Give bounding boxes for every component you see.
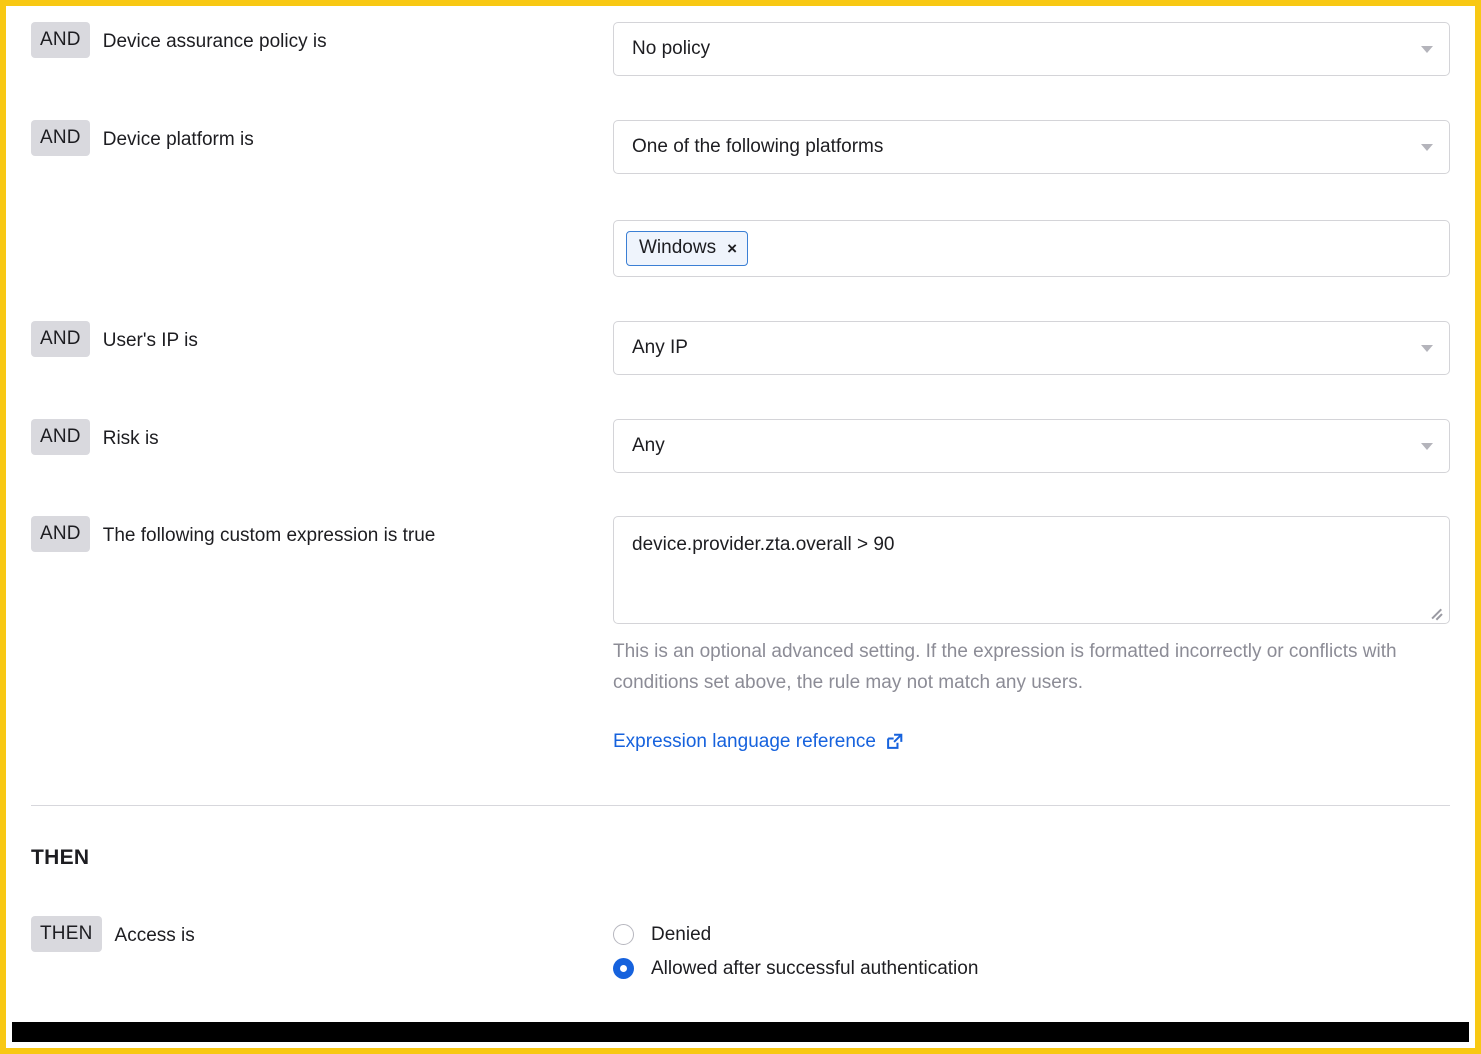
chevron-down-icon xyxy=(1421,345,1433,352)
chevron-down-icon xyxy=(1421,443,1433,450)
condition-label-group: AND Device assurance policy is xyxy=(31,22,613,58)
condition-row-device-platform: AND Device platform is One of the follow… xyxy=(31,120,1450,277)
condition-row-user-ip: AND User's IP is Any IP xyxy=(31,321,1450,375)
condition-field: No policy xyxy=(613,22,1450,76)
condition-label: Risk is xyxy=(102,428,159,449)
radio-icon-allowed[interactable] xyxy=(613,958,634,980)
then-label-group: THEN Access is xyxy=(31,915,613,952)
then-label: Access is xyxy=(114,924,195,946)
select-value: Any IP xyxy=(632,337,688,358)
radio-label-denied: Denied xyxy=(651,923,712,945)
condition-label: Device assurance policy is xyxy=(102,31,327,52)
condition-field: Any xyxy=(613,419,1450,473)
connector-badge-and: AND xyxy=(31,22,90,58)
select-value: One of the following platforms xyxy=(632,136,884,157)
connector-badge-then: THEN xyxy=(31,915,102,952)
radio-icon-denied[interactable] xyxy=(613,924,634,946)
condition-label-group: AND Device platform is xyxy=(31,120,613,156)
close-icon[interactable]: × xyxy=(727,240,737,257)
radio-label-allowed: Allowed after successful authentication xyxy=(651,957,979,979)
radio-option-allowed[interactable]: Allowed after successful authentication xyxy=(613,952,1450,986)
risk-select[interactable]: Any xyxy=(613,419,1450,473)
platform-chips-input[interactable]: Windows × xyxy=(613,220,1450,277)
platform-chip-windows[interactable]: Windows × xyxy=(626,231,749,266)
external-link-icon xyxy=(886,733,903,750)
connector-badge-and: AND xyxy=(31,419,90,455)
expression-language-reference-link[interactable]: Expression language reference xyxy=(613,731,876,753)
policy-rule-editor-screen: AND Device assurance policy is No policy… xyxy=(0,0,1481,1054)
device-assurance-policy-select[interactable]: No policy xyxy=(613,22,1450,76)
user-ip-select[interactable]: Any IP xyxy=(613,321,1450,375)
select-value: No policy xyxy=(632,38,711,59)
expression-value: device.provider.zta.overall > 90 xyxy=(632,534,895,555)
condition-field: One of the following platforms Windows × xyxy=(613,120,1450,277)
condition-row-device-assurance: AND Device assurance policy is No policy xyxy=(31,22,1450,76)
then-row-access: THEN Access is Denied Allowed after succ… xyxy=(31,915,1450,986)
custom-expression-textarea[interactable]: device.provider.zta.overall > 90 xyxy=(613,516,1450,624)
condition-label-group: AND The following custom expression is t… xyxy=(31,516,613,552)
condition-field: device.provider.zta.overall > 90 This is… xyxy=(613,516,1450,753)
condition-label-group: AND Risk is xyxy=(31,419,613,455)
select-value: Any xyxy=(632,435,665,456)
connector-badge-and: AND xyxy=(31,321,90,357)
radio-option-denied[interactable]: Denied xyxy=(613,918,1450,952)
condition-row-custom-expression: AND The following custom expression is t… xyxy=(31,516,1450,753)
condition-row-risk: AND Risk is Any xyxy=(31,419,1450,473)
section-divider xyxy=(31,804,1450,806)
device-platform-select[interactable]: One of the following platforms xyxy=(613,120,1450,174)
rule-conditions-content: AND Device assurance policy is No policy… xyxy=(6,6,1475,1022)
chevron-down-icon xyxy=(1421,46,1433,53)
access-radio-group: Denied Allowed after successful authenti… xyxy=(613,916,1450,986)
condition-field: Any IP xyxy=(613,321,1450,375)
expression-help-text: This is an optional advanced setting. If… xyxy=(613,641,1397,693)
then-section-heading: THEN xyxy=(31,845,90,869)
expression-reference-link-row: Expression language reference xyxy=(613,731,903,753)
chevron-down-icon xyxy=(1421,144,1433,151)
condition-label-group: AND User's IP is xyxy=(31,321,613,357)
condition-label: The following custom expression is true xyxy=(102,525,436,546)
connector-badge-and: AND xyxy=(31,516,90,552)
condition-label: Device platform is xyxy=(102,129,254,150)
connector-badge-and: AND xyxy=(31,120,90,156)
chip-label: Windows xyxy=(639,237,717,258)
resize-handle-icon[interactable] xyxy=(1427,601,1445,620)
condition-label: User's IP is xyxy=(102,330,198,351)
bottom-black-bar xyxy=(12,1022,1469,1042)
